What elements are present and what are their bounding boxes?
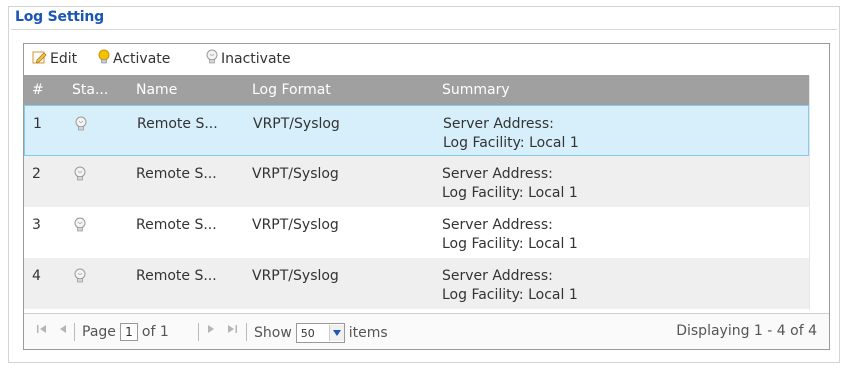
row-summary-facility: Log Facility: Local 1 [443,135,579,151]
page-size-select[interactable]: 50 [295,323,345,343]
row-number: 4 [32,268,41,284]
row-log-format: VRPT/Syslog [252,268,339,284]
show-label: Show [254,325,292,341]
page-label: Page [82,324,116,340]
column-header-summary[interactable]: Summary [442,82,510,98]
activate-label: Activate [113,51,171,67]
lightbulb-off-icon[interactable] [75,116,87,136]
activate-button[interactable]: Activate [98,49,170,69]
lightbulb-on-icon [98,49,113,69]
lightbulb-off-icon[interactable] [74,268,86,288]
log-setting-grid: Edit Activate Inactivate # Sta... Name L… [23,43,830,350]
page-size-value: 50 [300,326,315,340]
row-summary-facility: Log Facility: Local 1 [442,236,578,252]
vertical-scrollbar[interactable] [809,75,829,310]
row-name: Remote S... [136,166,217,182]
row-log-format: VRPT/Syslog [252,166,339,182]
pencil-edit-icon [32,50,50,69]
lightbulb-off-icon[interactable] [74,166,86,186]
grid-toolbar: Edit Activate Inactivate [24,44,829,75]
last-page-icon[interactable] [226,323,238,335]
page-number-input[interactable]: 1 [119,323,138,341]
table-row[interactable]: 2 Remote S... VRPT/Syslog Server Address… [24,156,809,207]
table-row[interactable]: 4 Remote S... VRPT/Syslog Server Address… [24,258,809,309]
lightbulb-off-icon[interactable] [74,217,86,237]
column-header-number[interactable]: # [32,82,44,98]
edit-label: Edit [50,51,78,67]
display-count: Displaying 1 - 4 of 4 [676,323,817,339]
row-number: 3 [32,217,41,233]
previous-page-icon[interactable] [58,323,68,335]
table-row[interactable]: 1 Remote S... VRPT/Syslog Server Address… [24,105,809,156]
row-log-format: VRPT/Syslog [253,116,340,132]
pager-divider [74,323,75,341]
inactivate-button[interactable]: Inactivate [206,49,291,69]
next-page-icon[interactable] [206,323,216,335]
grid-header: # Sta... Name Log Format Summary [24,75,809,105]
pagination-bar: Page 1 of 1 Show 50 items Displaying 1 -… [24,313,829,349]
row-log-format: VRPT/Syslog [252,217,339,233]
row-number: 1 [33,116,42,132]
row-summary-server: Server Address: [443,116,554,132]
first-page-icon[interactable] [36,323,48,335]
log-setting-panel: Log Setting Edit Activate Inactivate # S… [8,6,840,363]
column-header-log-format[interactable]: Log Format [252,82,331,98]
column-header-name[interactable]: Name [136,82,177,98]
table-row[interactable]: 3 Remote S... VRPT/Syslog Server Address… [24,207,809,258]
page-count-label: of 1 [141,324,169,340]
edit-button[interactable]: Edit [32,49,77,69]
chevron-down-icon [328,325,344,341]
lightbulb-off-icon [206,49,221,69]
panel-title: Log Setting [15,9,104,25]
row-summary-server: Server Address: [442,268,553,284]
row-number: 2 [32,166,41,182]
page-size-control: Show 50 items [254,323,388,343]
items-label: items [348,325,388,341]
page-indicator: Page 1 of 1 [82,323,169,341]
title-divider [11,29,837,30]
pager-divider [198,323,199,341]
inactivate-label: Inactivate [221,51,291,67]
row-summary-server: Server Address: [442,217,553,233]
row-name: Remote S... [137,116,218,132]
row-summary-facility: Log Facility: Local 1 [442,287,578,303]
pager-divider [246,323,247,341]
row-name: Remote S... [136,268,217,284]
row-name: Remote S... [136,217,217,233]
row-summary-server: Server Address: [442,166,553,182]
row-summary-facility: Log Facility: Local 1 [442,185,578,201]
column-header-status[interactable]: Sta... [72,82,108,98]
